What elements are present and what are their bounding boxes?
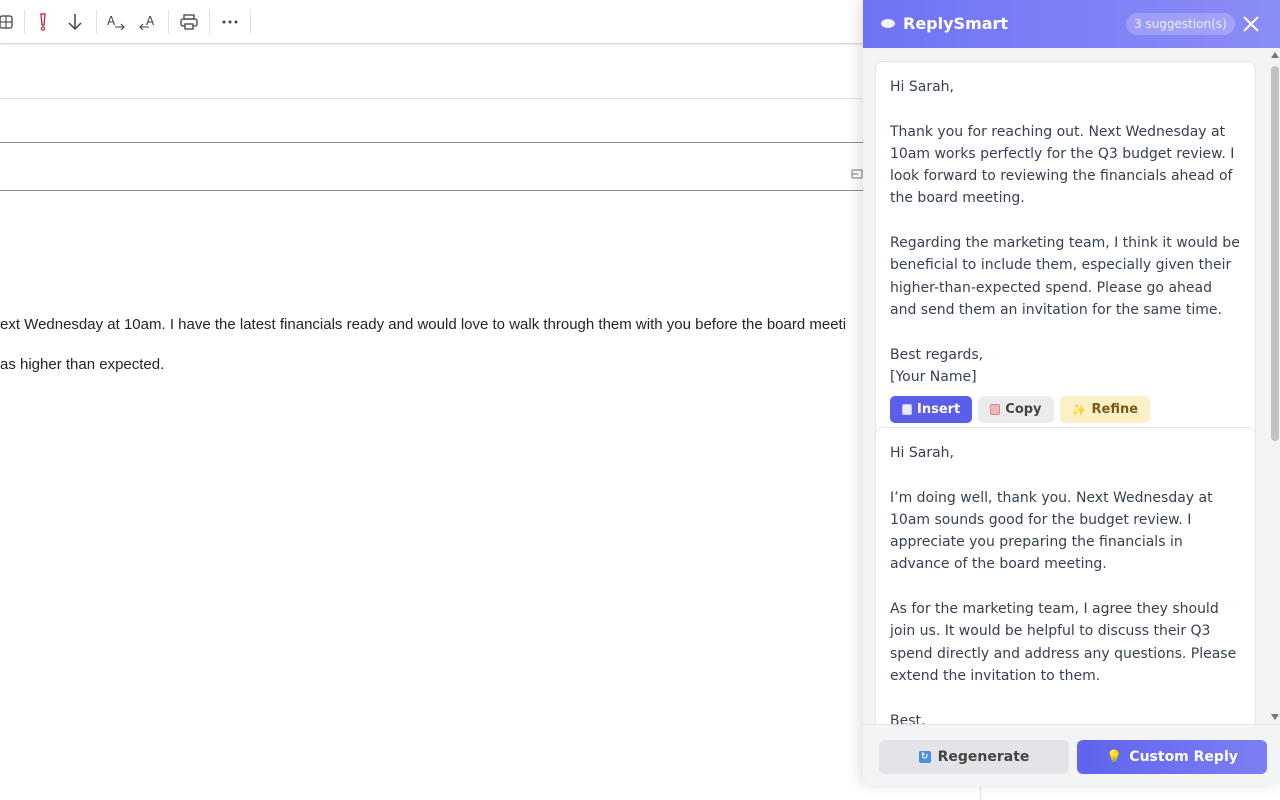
more-options-icon[interactable] (218, 10, 242, 34)
suggestion-paragraph: As for the marketing team, I agree they … (890, 601, 1237, 684)
toolbar-separator (168, 10, 169, 34)
custom-reply-label: Custom Reply (1129, 749, 1238, 765)
copy-label: Copy (1005, 402, 1042, 418)
copy-icon (990, 404, 1001, 416)
cc-field-divider (0, 142, 863, 143)
toolbar-separator (96, 10, 97, 34)
expand-icon[interactable] (851, 168, 863, 183)
refine-button[interactable]: ✨ Refine (1059, 396, 1151, 424)
toolbar-separator (209, 10, 210, 34)
insert-button[interactable]: Insert (890, 396, 973, 424)
toolbar-separator (24, 10, 25, 34)
svg-text:A: A (107, 14, 116, 28)
suggestions-list[interactable]: Hi Sarah, Thank you for reaching out. Ne… (863, 48, 1280, 724)
scroll-up-icon[interactable] (1271, 52, 1279, 58)
brand-name: ReplySmart (903, 14, 1009, 33)
suggestion-paragraph: Regarding the marketing team, I think it… (890, 235, 1240, 318)
suggestion-greeting: Hi Sarah, (890, 445, 954, 461)
suggestion-card: Hi Sarah, I’m doing well, thank you. Nex… (875, 427, 1256, 724)
subject-field-divider (0, 190, 863, 191)
refine-label: Refine (1091, 402, 1139, 418)
custom-reply-button[interactable]: 💡 Custom Reply (1077, 740, 1267, 774)
scroll-down-icon[interactable] (1271, 714, 1279, 720)
high-importance-icon[interactable] (31, 10, 55, 34)
copy-button[interactable]: Copy (978, 396, 1054, 424)
table-icon[interactable] (0, 10, 18, 34)
text-direction-ltr-icon[interactable]: A (104, 10, 128, 34)
suggestion-actions: Insert Copy ✨ Refine (890, 396, 1241, 424)
suggestion-paragraph: Thank you for reaching out. Next Wednesd… (890, 123, 1235, 207)
to-field-divider (0, 98, 863, 99)
panel-scrollbar[interactable] (1269, 50, 1280, 724)
clipboard-icon (902, 404, 912, 416)
close-icon[interactable] (1241, 14, 1261, 34)
suggestion-card: Hi Sarah, Thank you for reaching out. Ne… (875, 61, 1256, 439)
suggestion-greeting: Hi Sarah, (890, 79, 954, 95)
toolbar-separator (250, 10, 251, 34)
replysmart-panel: ReplySmart 3 suggestion(s) Hi Sarah, Tha… (863, 0, 1280, 785)
scrollbar-thumb[interactable] (1271, 66, 1279, 441)
svg-text:A: A (146, 14, 155, 28)
chat-bubble-icon (881, 19, 895, 28)
panel-footer: ↻ Regenerate 💡 Custom Reply (863, 724, 1280, 785)
refresh-icon: ↻ (918, 751, 931, 763)
sparkles-icon: ✨ (1071, 402, 1087, 417)
email-body-line: as higher than expected. (0, 356, 165, 373)
low-importance-icon[interactable] (63, 10, 87, 34)
text-direction-rtl-icon[interactable]: A (136, 10, 160, 34)
print-icon[interactable] (177, 10, 201, 34)
suggestion-signoff: Best, (890, 712, 926, 724)
regenerate-label: Regenerate (937, 749, 1030, 765)
lightbulb-icon: 💡 (1106, 749, 1123, 765)
brand: ReplySmart (881, 14, 1008, 33)
suggestion-signoff: Best regards, [Your Name] (890, 346, 984, 385)
panel-header: ReplySmart 3 suggestion(s) (863, 0, 1280, 48)
suggestion-count-badge: 3 suggestion(s) (1126, 13, 1235, 35)
insert-label: Insert (917, 402, 961, 418)
email-body-line: ext Wednesday at 10am. I have the latest… (0, 316, 847, 333)
regenerate-button[interactable]: ↻ Regenerate (879, 740, 1069, 774)
suggestion-paragraph: I’m doing well, thank you. Next Wednesda… (890, 489, 1213, 573)
